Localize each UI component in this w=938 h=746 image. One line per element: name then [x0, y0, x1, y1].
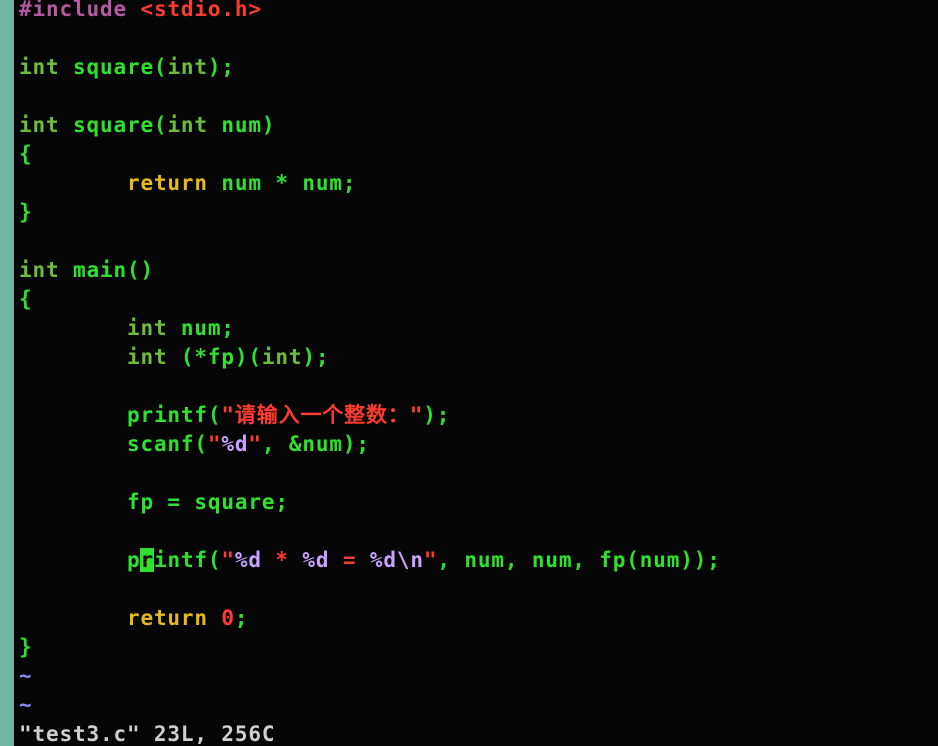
code-token: printf(	[126, 403, 222, 427]
code-line[interactable]: return 0;	[19, 604, 721, 633]
string-token: "	[248, 432, 262, 456]
code-token: scanf(	[126, 432, 208, 456]
code-token: {	[19, 142, 33, 166]
code-token: square(	[59, 113, 168, 137]
code-line[interactable]: int main()	[19, 256, 721, 285]
code-line[interactable]: {	[19, 285, 721, 314]
code-line[interactable]: int square(int);	[19, 53, 721, 82]
status-line: "test3.c" 23L, 256C	[19, 722, 276, 746]
code-line[interactable]: {	[19, 140, 721, 169]
number-token: 0	[221, 606, 235, 630]
code-line[interactable]: int num;	[19, 314, 721, 343]
code-line[interactable]: ~	[19, 691, 721, 720]
type-token: int	[19, 258, 60, 282]
left-gutter-bar	[0, 0, 14, 746]
type-token: int	[261, 345, 303, 369]
empty-line-tilde: ~	[19, 664, 33, 688]
code-token: );	[423, 403, 451, 427]
string-token: %d	[369, 548, 397, 572]
code-token: }	[19, 635, 33, 659]
code-line[interactable]: printf("%d * %d = %d\n", num, num, fp(nu…	[19, 546, 721, 575]
string-token: =	[329, 548, 370, 572]
code-line[interactable]: int square(int num)	[19, 111, 721, 140]
string-token: *	[261, 548, 303, 572]
preprocessor-token: #include	[19, 0, 141, 21]
code-token: {	[19, 287, 33, 311]
text-cursor: r	[140, 548, 154, 572]
code-token: fp = square;	[126, 490, 289, 514]
code-token: p	[126, 548, 141, 572]
keyword-token: return	[126, 606, 208, 630]
string-token: %d	[221, 432, 249, 456]
code-token: num)	[207, 113, 276, 137]
vim-terminal-window[interactable]: #include <stdio.h> int square(int); int sq…	[0, 0, 938, 746]
code-line[interactable]	[19, 227, 721, 256]
code-token: }	[19, 200, 33, 224]
code-token: ;	[234, 606, 249, 630]
code-editor-buffer[interactable]: #include <stdio.h> int square(int); int sq…	[19, 0, 721, 746]
code-line[interactable]: printf("请输入一个整数：");	[19, 401, 721, 430]
keyword-token: return	[126, 171, 208, 195]
code-line[interactable]	[19, 459, 721, 488]
code-line[interactable]	[19, 575, 721, 604]
type-token: int	[126, 345, 168, 369]
string-token: "	[423, 548, 438, 572]
string-token: "	[207, 432, 222, 456]
type-token: int	[19, 55, 60, 79]
code-line[interactable]: int (*fp)(int);	[19, 343, 721, 372]
code-line[interactable]: ~	[19, 662, 721, 691]
code-line[interactable]	[19, 82, 721, 111]
empty-line-tilde: ~	[19, 693, 33, 717]
code-token: );	[207, 55, 235, 79]
code-token: (*fp)(	[167, 345, 262, 369]
string-token: \n	[396, 548, 424, 572]
code-line[interactable]: scanf("%d", &num);	[19, 430, 721, 459]
code-line[interactable]: }	[19, 633, 721, 662]
preprocessor-token: <stdio.h>	[140, 0, 262, 21]
code-line[interactable]: fp = square;	[19, 488, 721, 517]
code-token: num;	[167, 316, 235, 340]
code-token: , &num);	[261, 432, 370, 456]
code-line[interactable]	[19, 372, 721, 401]
code-token: intf(	[153, 548, 222, 572]
type-token: int	[19, 113, 60, 137]
code-line[interactable]	[19, 517, 721, 546]
code-token: );	[302, 345, 330, 369]
type-token: int	[167, 55, 208, 79]
string-token: "请输入一个整数："	[221, 403, 424, 427]
code-token: , num, num, fp(num));	[437, 548, 721, 572]
code-line[interactable]	[19, 24, 721, 53]
type-token: int	[167, 113, 208, 137]
code-token: square(	[59, 55, 168, 79]
code-line[interactable]: }	[19, 198, 721, 227]
type-token: int	[126, 316, 168, 340]
code-token: num * num;	[207, 171, 357, 195]
string-token: %d	[234, 548, 262, 572]
code-line[interactable]: return num * num;	[19, 169, 721, 198]
code-token: main()	[59, 258, 154, 282]
string-token: "	[221, 548, 235, 572]
code-line[interactable]: #include <stdio.h>	[19, 0, 721, 24]
string-token: %d	[302, 548, 330, 572]
